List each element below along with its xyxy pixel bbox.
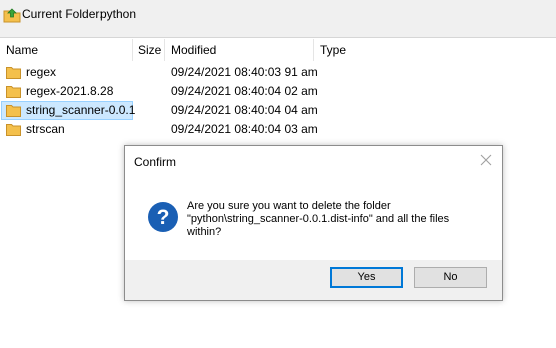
dialog-message-line: Are you sure you want to delete the fold… bbox=[187, 200, 391, 212]
svg-text:?: ? bbox=[157, 206, 170, 229]
no-button[interactable]: No bbox=[414, 267, 487, 288]
current-folder-label: Current Folder: bbox=[22, 7, 103, 21]
location-bar: Current Folder: python bbox=[0, 0, 556, 38]
dialog-message: Are you sure you want to delete the fold… bbox=[187, 200, 487, 239]
file-modified: 09/24/2021 08:40:04 02 am bbox=[171, 84, 318, 98]
column-header-name[interactable]: Name bbox=[0, 39, 133, 61]
column-header-size[interactable]: Size bbox=[133, 39, 165, 61]
file-row[interactable]: strscan 09/24/2021 08:40:04 03 am bbox=[0, 120, 556, 139]
dialog-button-bar: Yes No bbox=[125, 260, 502, 300]
folder-up-icon[interactable] bbox=[3, 7, 21, 23]
file-name: strscan bbox=[26, 122, 65, 136]
column-header-type[interactable]: Type bbox=[314, 39, 556, 61]
question-icon: ? bbox=[148, 202, 178, 232]
folder-icon bbox=[6, 86, 21, 98]
file-row-selected[interactable]: string_scanner-0.0.1 09/24/2021 08:40:04… bbox=[0, 101, 556, 120]
confirm-dialog: Confirm ? Are you sure you want to delet… bbox=[124, 145, 503, 301]
yes-button[interactable]: Yes bbox=[330, 267, 403, 288]
close-icon[interactable] bbox=[478, 152, 494, 168]
dialog-message-line: within? bbox=[187, 226, 222, 238]
dialog-message-line: "python\string_scanner-0.0.1.dist-info" … bbox=[187, 213, 450, 225]
dialog-title: Confirm bbox=[134, 155, 177, 169]
folder-icon bbox=[6, 105, 21, 117]
file-name: string_scanner-0.0.1 bbox=[26, 103, 136, 117]
file-name: regex bbox=[26, 65, 57, 79]
file-list-header: Name Size Modified Type bbox=[0, 39, 556, 61]
file-modified: 09/24/2021 08:40:03 91 am bbox=[171, 65, 318, 79]
folder-icon bbox=[6, 67, 21, 79]
file-modified: 09/24/2021 08:40:04 03 am bbox=[171, 122, 318, 136]
current-folder-value: python bbox=[100, 7, 137, 21]
file-row[interactable]: regex-2021.8.28 09/24/2021 08:40:04 02 a… bbox=[0, 82, 556, 101]
file-modified: 09/24/2021 08:40:04 04 am bbox=[171, 103, 318, 117]
folder-icon bbox=[6, 124, 21, 136]
file-name: regex-2021.8.28 bbox=[26, 84, 114, 98]
file-row[interactable]: regex 09/24/2021 08:40:03 91 am bbox=[0, 63, 556, 82]
column-header-modified[interactable]: Modified bbox=[165, 39, 314, 61]
